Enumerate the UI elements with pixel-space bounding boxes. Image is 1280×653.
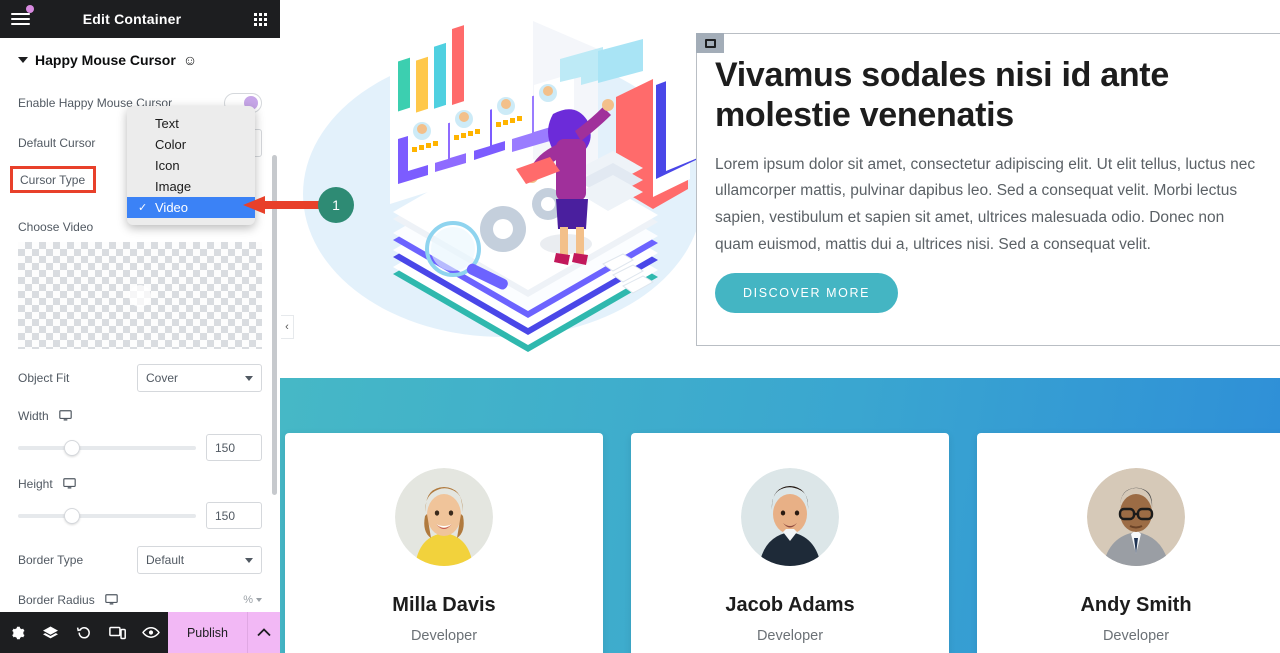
- avatar: [741, 468, 839, 566]
- height-label: Height: [18, 476, 53, 491]
- panel-footer-toolbar: Publish: [0, 612, 280, 653]
- team-section: Milla Davis Developer Jacob Adams Develo…: [280, 378, 1280, 653]
- panel-header: Edit Container: [0, 0, 280, 38]
- row-border-type: Border Type Default: [0, 543, 280, 577]
- dropdown-option-image[interactable]: Image: [127, 176, 255, 197]
- row-height-slider: 150: [0, 502, 280, 529]
- height-input[interactable]: 150: [206, 502, 262, 529]
- editor-canvas: Vivamus sodales nisi id ante molestie ve…: [280, 0, 1280, 653]
- caret-down-icon: [18, 57, 28, 63]
- object-fit-value: Cover: [146, 371, 179, 385]
- width-slider[interactable]: [18, 439, 196, 456]
- avatar: [395, 468, 493, 566]
- choose-video-preview[interactable]: [18, 242, 262, 349]
- team-member-role: Developer: [756, 628, 824, 644]
- border-radius-unit-select[interactable]: %: [243, 594, 262, 606]
- team-member-role: Developer: [410, 628, 478, 644]
- app-root: Vivamus sodales nisi id ante molestie ve…: [0, 0, 1280, 653]
- dropdown-option-icon[interactable]: Icon: [127, 155, 255, 176]
- cursor-type-label: Cursor Type: [20, 172, 86, 187]
- chevron-down-icon: [245, 558, 253, 563]
- border-radius-unit: %: [243, 594, 253, 606]
- avatar: [1087, 468, 1185, 566]
- border-radius-label: Border Radius: [18, 592, 95, 607]
- object-fit-select[interactable]: Cover: [137, 364, 262, 392]
- dropdown-option-text[interactable]: Text: [127, 113, 255, 134]
- hamburger-icon[interactable]: [0, 0, 40, 38]
- dropdown-option-color[interactable]: Color: [127, 134, 255, 155]
- team-member-name: Jacob Adams: [725, 594, 855, 616]
- panel-title: Edit Container: [82, 11, 182, 27]
- team-member-name: Andy Smith: [1080, 594, 1192, 616]
- default-cursor-label: Default Cursor: [18, 135, 96, 150]
- object-fit-label: Object Fit: [18, 370, 70, 385]
- team-card[interactable]: Jacob Adams Developer: [631, 433, 949, 653]
- notification-dot: [26, 5, 34, 13]
- discover-more-button[interactable]: DISCOVER MORE: [715, 273, 899, 314]
- eye-preview-icon[interactable]: [134, 612, 168, 653]
- width-label: Width: [18, 408, 49, 423]
- step-badge: 1: [318, 187, 354, 223]
- desktop-icon[interactable]: [59, 410, 72, 421]
- chevron-down-icon: [256, 598, 262, 602]
- row-height-label: Height: [0, 473, 280, 495]
- responsive-devices-icon[interactable]: [101, 612, 135, 653]
- hero-illustration: [298, 19, 708, 359]
- panel-collapse-handle[interactable]: ‹: [281, 315, 294, 339]
- height-slider[interactable]: [18, 507, 196, 524]
- dropdown-option-video[interactable]: Video: [127, 197, 255, 218]
- border-type-value: Default: [146, 553, 185, 567]
- row-width-label: Width: [0, 405, 280, 427]
- page-title: Vivamus sodales nisi id ante molestie ve…: [715, 56, 1169, 134]
- chevron-left-icon: ‹: [285, 321, 289, 333]
- desktop-icon[interactable]: [63, 478, 76, 489]
- row-width-slider: 150: [0, 434, 280, 461]
- isometric-team-review-illustration-svg: [303, 20, 703, 352]
- cursor-type-highlight: Cursor Type: [10, 166, 96, 193]
- border-type-label: Border Type: [18, 552, 84, 567]
- row-object-fit: Object Fit Cover: [0, 361, 280, 395]
- team-card[interactable]: Andy Smith Developer: [977, 433, 1280, 653]
- chevron-down-icon: [245, 376, 253, 381]
- team-member-role: Developer: [1102, 628, 1170, 644]
- gear-icon[interactable]: [0, 612, 34, 653]
- hero-text-container[interactable]: Vivamus sodales nisi id ante molestie ve…: [696, 33, 1280, 346]
- publish-button[interactable]: Publish: [167, 612, 248, 653]
- section-title: Happy Mouse Cursor: [35, 52, 176, 68]
- slider-knob[interactable]: [64, 439, 81, 456]
- grid-apps-icon[interactable]: [240, 0, 280, 38]
- publish-options-chevron-up-icon[interactable]: [247, 612, 280, 653]
- layers-icon[interactable]: [34, 612, 68, 653]
- row-border-radius: Border Radius %: [0, 589, 280, 611]
- border-type-select[interactable]: Default: [137, 546, 262, 574]
- hero-paragraph: Lorem ipsum dolor sit amet, consectetur …: [715, 155, 1256, 253]
- team-card[interactable]: Milla Davis Developer: [285, 433, 603, 653]
- slider-knob[interactable]: [64, 507, 81, 524]
- container-icon[interactable]: [696, 33, 724, 53]
- hero-section: Vivamus sodales nisi id ante molestie ve…: [280, 0, 1280, 377]
- desktop-icon[interactable]: [105, 594, 118, 605]
- cursor-type-dropdown-menu[interactable]: Text Color Icon Image Video: [127, 106, 255, 225]
- team-member-name: Milla Davis: [392, 594, 496, 616]
- team-card-list: Milla Davis Developer Jacob Adams Develo…: [285, 433, 1280, 653]
- history-revert-icon[interactable]: [67, 612, 101, 653]
- width-input[interactable]: 150: [206, 434, 262, 461]
- editor-panel: Edit Container Happy Mouse Cursor ☺ Enab…: [0, 0, 280, 653]
- smiley-icon: ☺: [182, 52, 198, 68]
- section-header-happy-mouse-cursor[interactable]: Happy Mouse Cursor ☺: [0, 38, 280, 80]
